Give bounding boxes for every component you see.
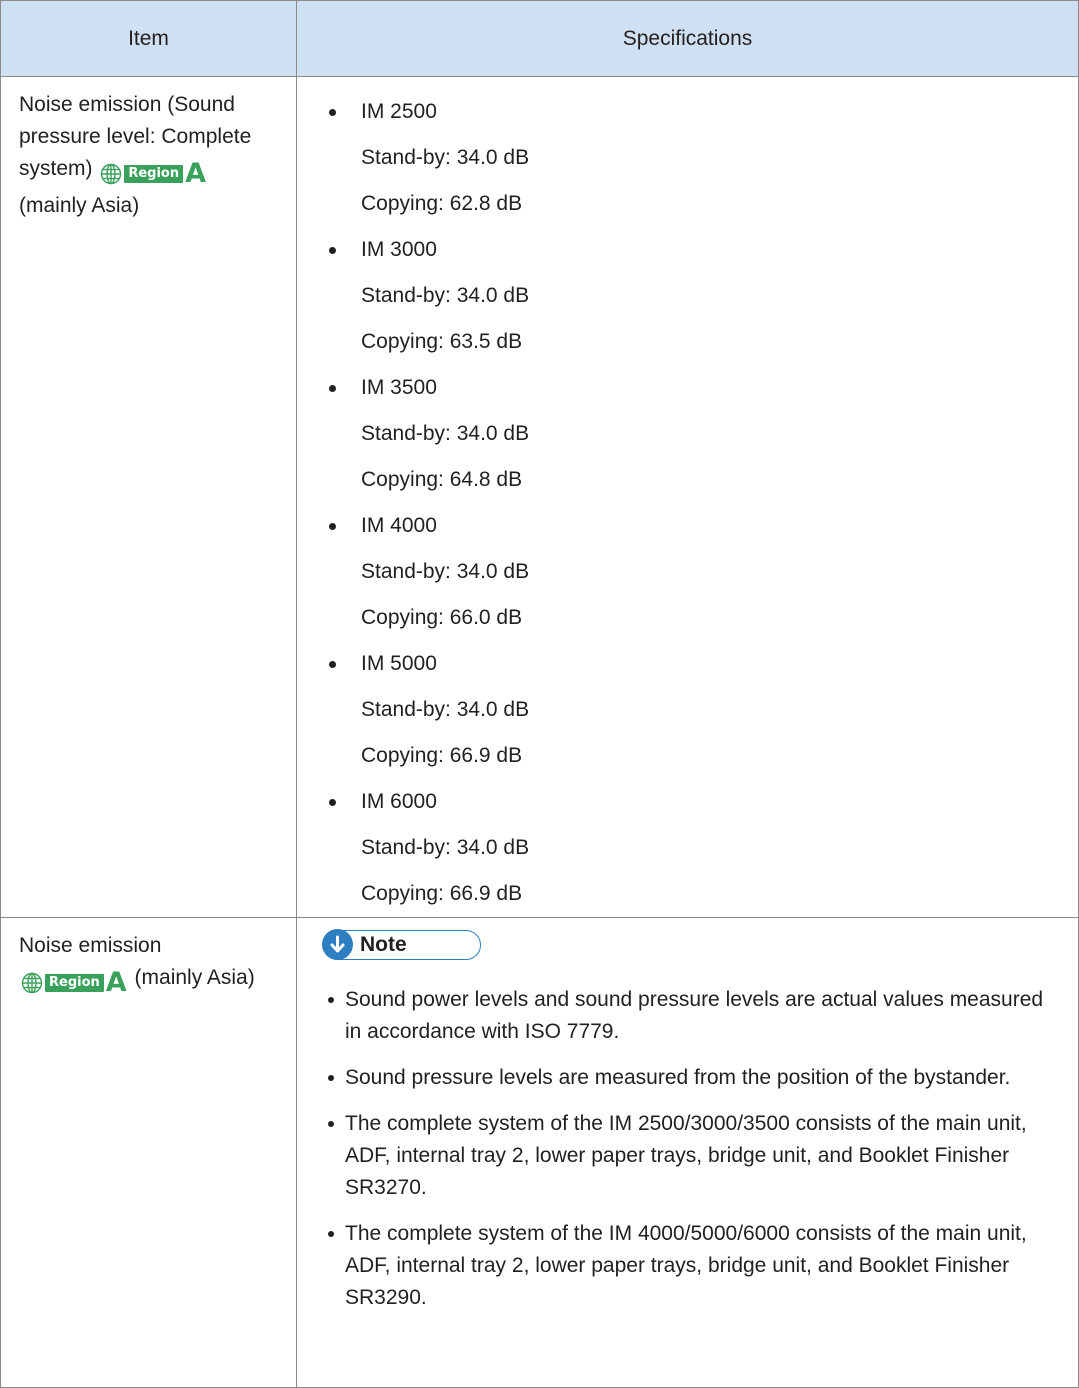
specifications-table: Item Specifications Noise emission (Soun… xyxy=(0,0,1079,1388)
model-name: IM 3500 xyxy=(323,365,1056,411)
standby-value: Stand-by: 34.0 dB xyxy=(361,146,530,169)
region-a-badge: Region A xyxy=(21,967,127,999)
region-letter: A xyxy=(105,967,127,999)
model-entry: IM 4000 Stand-by: 34.0 dB Copying: 66.0 … xyxy=(323,503,1056,641)
model-name: IM 2500 xyxy=(323,89,1056,135)
region-a-badge: Region A xyxy=(100,158,206,190)
model-name: IM 5000 xyxy=(323,641,1056,687)
copying-value: Copying: 64.8 dB xyxy=(361,468,523,491)
model-entry: IM 6000 Stand-by: 34.0 dB Copying: 66.9 … xyxy=(323,779,1056,917)
note-header: Note xyxy=(322,929,481,960)
note-title: Note xyxy=(360,933,407,956)
note-item: The complete system of the IM 4000/5000/… xyxy=(323,1218,1056,1314)
standby-value: Stand-by: 34.0 dB xyxy=(361,698,530,721)
item-label-suffix: (mainly Asia) xyxy=(134,966,255,989)
item-cell-sound-pressure: Noise emission (Sound pressure level: Co… xyxy=(0,76,297,918)
region-letter: A xyxy=(185,158,207,190)
model-entry: IM 2500 Stand-by: 34.0 dB Copying: 62.8 … xyxy=(323,89,1056,227)
note-item: The complete system of the IM 2500/3000/… xyxy=(323,1108,1056,1204)
standby-value: Stand-by: 34.0 dB xyxy=(361,284,530,307)
standby-value: Stand-by: 34.0 dB xyxy=(361,422,530,445)
down-arrow-icon xyxy=(322,929,353,960)
table-row: Noise emission (Sound pressure level: Co… xyxy=(0,76,1079,918)
header-specifications: Specifications xyxy=(296,0,1079,77)
model-name: IM 6000 xyxy=(323,779,1056,825)
globe-icon xyxy=(101,164,122,185)
copying-value: Copying: 63.5 dB xyxy=(361,330,523,353)
spec-cell-sound-pressure: IM 2500 Stand-by: 34.0 dB Copying: 62.8 … xyxy=(296,76,1079,918)
region-label: Region xyxy=(45,974,104,993)
copying-value: Copying: 66.9 dB xyxy=(361,882,523,905)
standby-value: Stand-by: 34.0 dB xyxy=(361,560,530,583)
note-item: Sound power levels and sound pressure le… xyxy=(323,984,1056,1048)
note-cell: Note Sound power levels and sound pressu… xyxy=(296,917,1079,1388)
model-entry: IM 3000 Stand-by: 34.0 dB Copying: 63.5 … xyxy=(323,227,1056,365)
table-row: Noise emission Region A (mainly Asia) No… xyxy=(0,917,1079,1388)
model-entry: IM 3500 Stand-by: 34.0 dB Copying: 64.8 … xyxy=(323,365,1056,503)
item-label: Noise emission xyxy=(19,934,162,957)
globe-icon xyxy=(21,973,43,994)
item-cell-noise-emission: Noise emission Region A (mainly Asia) xyxy=(0,917,297,1388)
model-entry: IM 5000 Stand-by: 34.0 dB Copying: 66.9 … xyxy=(323,641,1056,779)
standby-value: Stand-by: 34.0 dB xyxy=(361,836,530,859)
note-item: Sound pressure levels are measured from … xyxy=(323,1062,1056,1094)
copying-value: Copying: 66.0 dB xyxy=(361,606,523,629)
item-label-suffix: (mainly Asia) xyxy=(19,194,140,217)
copying-value: Copying: 62.8 dB xyxy=(361,192,523,215)
model-name: IM 4000 xyxy=(323,503,1056,549)
model-name: IM 3000 xyxy=(323,227,1056,273)
copying-value: Copying: 66.9 dB xyxy=(361,744,523,767)
header-item: Item xyxy=(0,0,297,77)
table-header-row: Item Specifications xyxy=(0,0,1079,77)
region-label: Region xyxy=(124,165,184,184)
